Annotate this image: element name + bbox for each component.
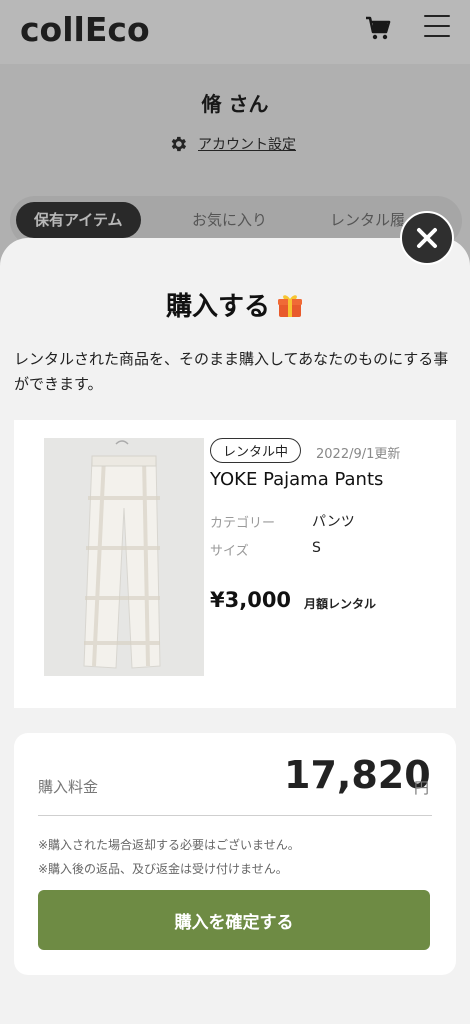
- close-button[interactable]: [400, 211, 454, 265]
- close-icon: [417, 228, 437, 248]
- purchase-fee-label: 購入料金: [38, 778, 99, 796]
- size-value: S: [312, 540, 321, 556]
- product-image: [44, 438, 204, 676]
- modal-title: 購入する: [0, 286, 470, 323]
- category-value: パンツ: [312, 514, 355, 530]
- purchase-fee-amount: 17,820: [284, 753, 431, 797]
- rental-item-card: レンタル中 2022/9/1更新 YOKE Pajama Pants カテゴリー…: [14, 420, 456, 708]
- gift-icon: [278, 295, 302, 317]
- rental-price-unit: 月額レンタル: [304, 597, 377, 611]
- rental-price: ¥3,000: [210, 588, 292, 612]
- note-no-return: ※購入された場合返却する必要はございません。: [38, 838, 300, 852]
- status-badge: レンタル中: [210, 438, 302, 463]
- confirm-purchase-button[interactable]: 購入を確定する: [38, 890, 430, 950]
- note-no-refund: ※購入後の返品、及び返金は受け付けません。: [38, 862, 288, 876]
- updated-date: 2022/9/1更新: [316, 447, 401, 462]
- purchase-summary-card: 購入料金 17,820 円 ※購入された場合返却する必要はございません。 ※購入…: [14, 733, 456, 975]
- size-label: サイズ: [210, 544, 249, 559]
- item-name: YOKE Pajama Pants: [210, 469, 384, 490]
- modal-description: レンタルされた商品を、そのまま購入してあなたのものにする事ができます。: [14, 350, 449, 393]
- divider: [38, 815, 432, 816]
- purchase-fee-currency: 円: [414, 779, 430, 797]
- category-label: カテゴリー: [210, 516, 276, 531]
